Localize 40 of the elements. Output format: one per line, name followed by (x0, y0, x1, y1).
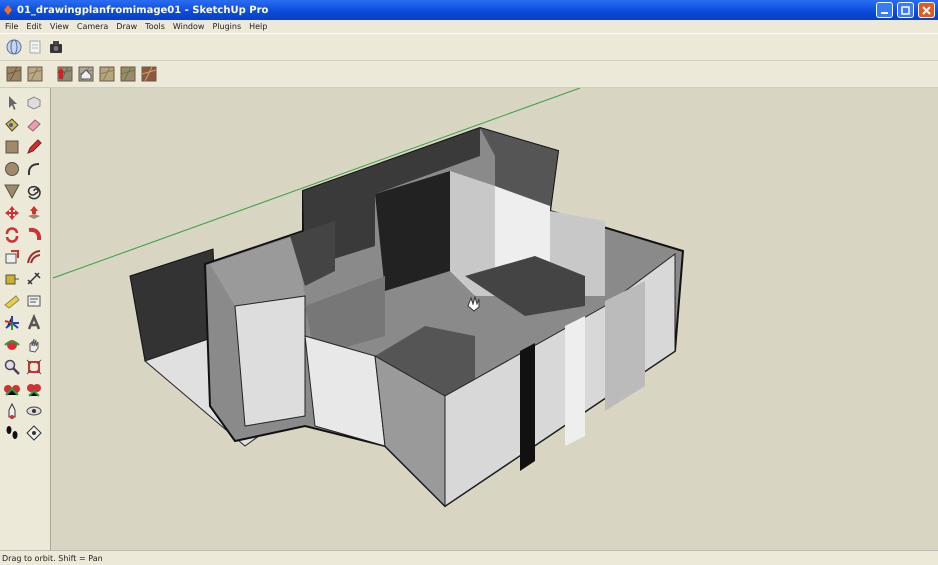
rectangle-icon[interactable] (3, 138, 21, 156)
paint-bucket-icon[interactable] (3, 116, 21, 134)
camera-icon[interactable] (47, 38, 65, 56)
texture-swatch-icon[interactable] (26, 65, 44, 83)
menu-item[interactable]: File (5, 22, 18, 31)
3d-text-icon[interactable] (25, 314, 43, 332)
menu-item[interactable]: Plugins (212, 22, 242, 31)
close-icon (922, 6, 931, 14)
status-text: Drag to orbit. Shift = Pan (2, 554, 103, 562)
texture-swatch-icon[interactable] (98, 65, 116, 83)
maximize-icon (901, 6, 910, 14)
scale-icon[interactable] (3, 248, 21, 266)
texture-swatch-icon[interactable] (119, 65, 137, 83)
menu-item[interactable]: Help (249, 22, 268, 31)
minimize-icon (881, 12, 888, 14)
menu-item[interactable]: Window (172, 22, 204, 31)
pencil-icon[interactable] (25, 138, 43, 156)
triangle-icon[interactable] (3, 182, 21, 200)
texture-swatch-icon[interactable] (5, 65, 23, 83)
restore-button[interactable] (897, 2, 914, 18)
magnifier-icon[interactable] (3, 358, 21, 376)
texture-swatch-icon[interactable] (140, 65, 158, 83)
minimize-button[interactable] (876, 2, 893, 18)
close-button[interactable] (918, 2, 935, 18)
globe-icon[interactable] (5, 38, 23, 56)
move-arrows-icon[interactable] (3, 204, 21, 222)
arrow-texture-icon[interactable] (56, 65, 74, 83)
offset-icon[interactable] (25, 248, 43, 266)
house-texture-icon[interactable] (77, 65, 95, 83)
app-icon (3, 4, 13, 16)
menu-item[interactable]: Edit (26, 22, 42, 31)
menu-item[interactable]: Draw (116, 22, 138, 31)
menu-item[interactable]: View (50, 22, 69, 31)
axes-icon[interactable] (3, 314, 21, 332)
rotate-icon[interactable] (3, 226, 21, 244)
window-title: 01_drawingplanfromimage01 - SketchUp Pro (17, 4, 270, 16)
circle-icon[interactable] (3, 160, 21, 178)
menu-item[interactable]: Camera (76, 22, 108, 31)
menu-item[interactable]: Tools (145, 22, 165, 31)
zoom-window-icon[interactable] (25, 358, 43, 376)
